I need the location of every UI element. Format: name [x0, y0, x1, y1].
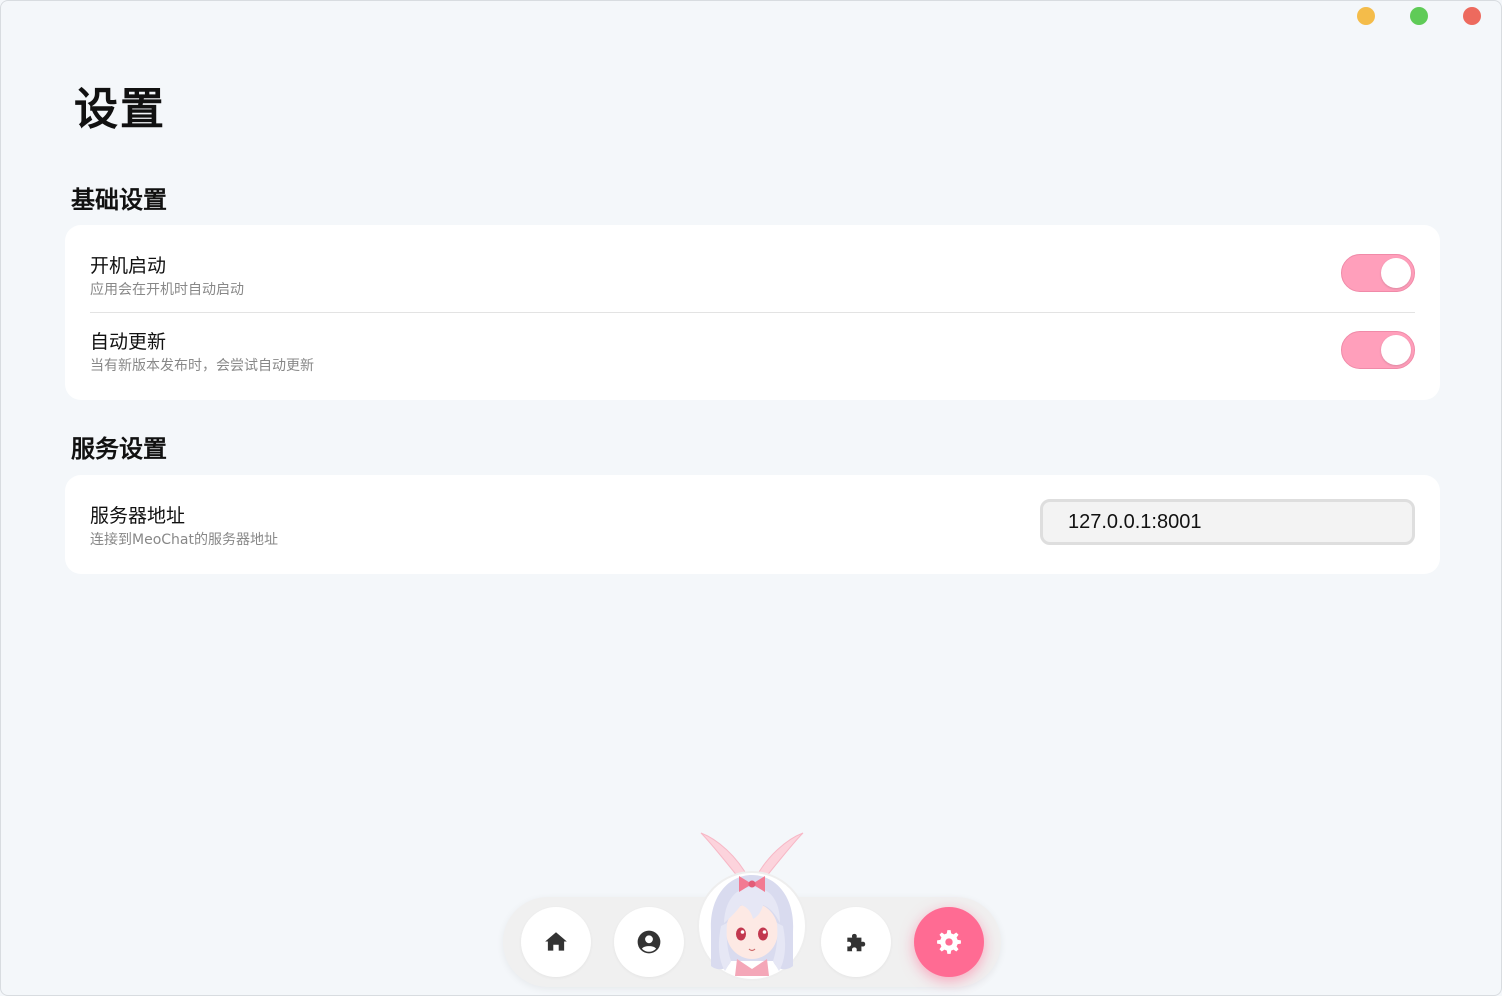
- toggle-knob: [1381, 258, 1411, 288]
- puzzle-icon: [847, 933, 866, 952]
- server-row: 服务器地址 连接到MeoChat的服务器地址: [90, 499, 1415, 549]
- autostart-desc: 应用会在开机时自动启动: [90, 282, 244, 298]
- window-controls: [1357, 7, 1481, 25]
- home-icon: [545, 932, 567, 951]
- app-window: 设置 基础设置 开机启动 应用会在开机时自动启动 自动更新 当有新版本发布时，会…: [0, 0, 1502, 996]
- gear-icon: [937, 930, 961, 954]
- autoupdate-label: 自动更新: [90, 331, 167, 353]
- divider: [90, 312, 1415, 313]
- autostart-row: 开机启动 应用会在开机时自动启动: [90, 251, 1415, 301]
- nav-settings-button[interactable]: [914, 907, 984, 977]
- basic-settings-card: 开机启动 应用会在开机时自动启动 自动更新 当有新版本发布时，会尝试自动更新: [65, 225, 1440, 400]
- server-desc: 连接到MeoChat的服务器地址: [90, 532, 278, 548]
- autoupdate-row: 自动更新 当有新版本发布时，会尝试自动更新: [90, 327, 1415, 377]
- autoupdate-toggle[interactable]: [1341, 331, 1415, 369]
- maximize-button[interactable]: [1410, 7, 1428, 25]
- toggle-knob: [1381, 335, 1411, 365]
- autostart-label: 开机启动: [90, 255, 167, 277]
- section-title-basic: 基础设置: [71, 186, 167, 214]
- server-address-input[interactable]: [1040, 499, 1415, 545]
- nav-profile-button[interactable]: [614, 907, 684, 977]
- autoupdate-desc: 当有新版本发布时，会尝试自动更新: [90, 358, 314, 374]
- nav-home-button[interactable]: [521, 907, 591, 977]
- section-title-service: 服务设置: [71, 435, 167, 463]
- avatar[interactable]: [697, 831, 807, 981]
- page-title: 设置: [74, 84, 166, 135]
- autostart-toggle[interactable]: [1341, 254, 1415, 292]
- service-settings-card: 服务器地址 连接到MeoChat的服务器地址: [65, 475, 1440, 574]
- user-circle-icon: [637, 930, 661, 954]
- minimize-button[interactable]: [1357, 7, 1375, 25]
- server-label: 服务器地址: [90, 505, 186, 527]
- close-button[interactable]: [1463, 7, 1481, 25]
- nav-plugins-button[interactable]: [821, 907, 891, 977]
- avatar-image: [697, 832, 807, 981]
